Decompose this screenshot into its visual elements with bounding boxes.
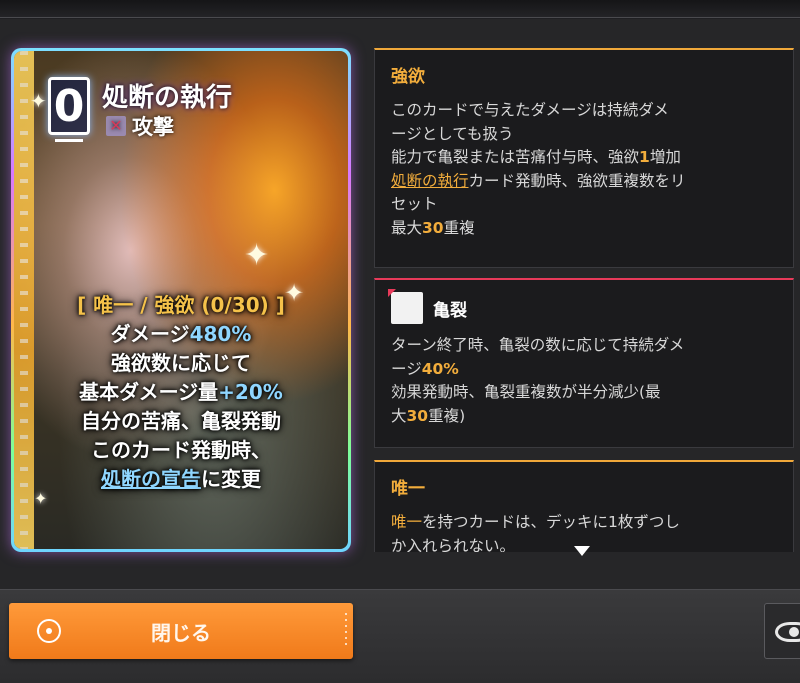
view-card-button[interactable] bbox=[764, 603, 800, 659]
keyword-title: 亀裂 bbox=[433, 300, 467, 321]
card-type: ✕ 攻撃 bbox=[106, 111, 174, 141]
keyword-panel-crack: 亀裂 ターン終了時、亀裂の数に応じて持続ダメ ージ40% 効果発動時、亀裂重複数… bbox=[374, 278, 794, 448]
card-text-line: 強欲数に応じて bbox=[111, 351, 251, 375]
card-name: 処断の執行 bbox=[102, 83, 233, 113]
card-text-line: このカード発動時、 bbox=[91, 438, 271, 462]
scroll-down-icon[interactable] bbox=[574, 546, 590, 556]
card-frame: ✦ ✦ ✦ ✦ 0 処断の執行 ✕ 攻撃 [ 唯一 / 強欲 (0/30) ] … bbox=[11, 48, 351, 552]
eye-pupil bbox=[789, 627, 799, 637]
crack-icon bbox=[388, 289, 423, 324]
sparkle-icon: ✦ bbox=[244, 238, 270, 273]
close-button-label: 閉じる bbox=[151, 620, 211, 645]
card-text-line: 基本ダメージ量+20% bbox=[79, 380, 283, 404]
keyword-title: 強欲 bbox=[391, 67, 425, 87]
target-icon bbox=[37, 619, 61, 643]
keyword-description: ターン終了時、亀裂の数に応じて持続ダメ ージ40% 効果発動時、亀裂重複数が半分… bbox=[391, 336, 685, 425]
button-grip bbox=[345, 613, 347, 649]
card-cost: 0 bbox=[48, 77, 90, 142]
keyword-title: 唯一 bbox=[391, 479, 425, 499]
card-text-line: ダメージ480% bbox=[110, 322, 252, 346]
card-text-line: 処断の宣告に変更 bbox=[101, 467, 261, 491]
card-keyword-tag: [ 唯一 / 強欲 (0/30) ] bbox=[77, 293, 285, 317]
close-button[interactable]: 閉じる bbox=[9, 603, 353, 659]
card-name-link[interactable]: 処断の執行 bbox=[391, 172, 469, 190]
sparkle-icon: ✦ bbox=[30, 89, 47, 113]
attack-type-icon: ✕ bbox=[106, 116, 126, 136]
card-type-label: 攻撃 bbox=[132, 115, 174, 139]
keyword-scroll-area[interactable]: 唯一 唯一を持つカードは、デッキに1枚ずつし か入れられない。 bbox=[374, 460, 794, 552]
card-effect-text: [ 唯一 / 強欲 (0/30) ] ダメージ480% 強欲数に応じて 基本ダメ… bbox=[14, 291, 348, 494]
linked-card-link[interactable]: 処断の宣告 bbox=[101, 467, 201, 491]
keyword-panel-unique: 唯一 唯一を持つカードは、デッキに1枚ずつし か入れられない。 bbox=[374, 460, 794, 552]
top-bar bbox=[0, 0, 800, 18]
keyword-panel-greed: 強欲 このカードで与えたダメージは持続ダメ ージとしても扱う 能力で亀裂または苦… bbox=[374, 48, 794, 268]
card-text-line: 自分の苦痛、亀裂発動 bbox=[81, 409, 281, 433]
keyword-description: このカードで与えたダメージは持続ダメ ージとしても扱う 能力で亀裂または苦痛付与… bbox=[391, 101, 686, 237]
card-art: ✦ ✦ ✦ ✦ 0 処断の執行 ✕ 攻撃 [ 唯一 / 強欲 (0/30) ] … bbox=[14, 51, 348, 549]
